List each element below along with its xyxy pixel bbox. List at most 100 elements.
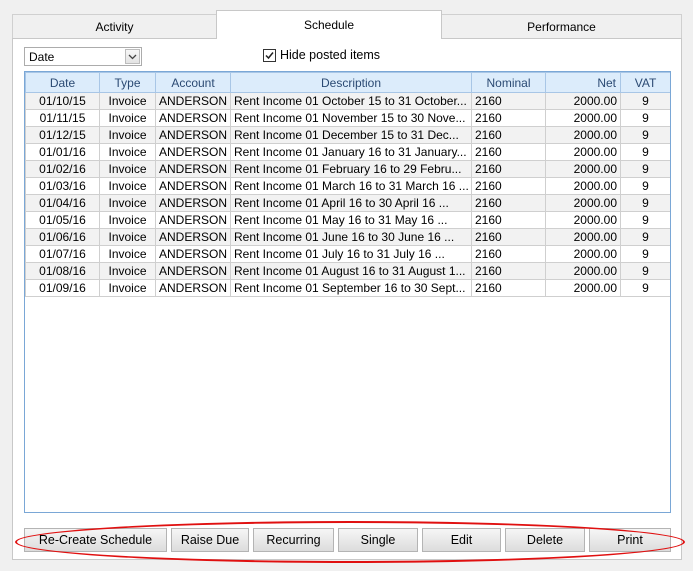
table-row[interactable]: 01/05/16 Invoice ANDERSON Rent Income 01 Ma… [25,211,670,229]
cell-nominal: 2160 [471,92,546,110]
raise-due-button[interactable]: Raise Due [171,528,249,552]
cell-date: 01/01/16 [25,143,100,161]
sort-by-select[interactable]: Date [24,47,142,66]
cell-nominal: 2160 [471,279,546,297]
cell-nominal: 2160 [471,143,546,161]
cell-date: 01/12/15 [25,126,100,144]
cell-vat: 9 [620,228,670,246]
table-row[interactable]: 01/09/16 Invoice ANDERSON Rent Income 01 Se… [25,279,670,297]
cell-description: Rent Income 01 August 16 to 31 August 1.… [230,262,472,280]
cell-vat: 9 [620,143,670,161]
cell-vat: 9 [620,126,670,144]
cell-date: 01/05/16 [25,211,100,229]
table-row[interactable]: 01/01/16 Invoice ANDERSON Rent Income 01 Ja… [25,143,670,161]
cell-date: 01/06/16 [25,228,100,246]
cell-net: 2000.00 [545,262,621,280]
table-row[interactable]: 01/08/16 Invoice ANDERSON Rent Income 01 Au… [25,262,670,280]
sort-by-value: Date [29,50,55,64]
table-row[interactable]: 01/03/16 Invoice ANDERSON Rent Income 01 Ma… [25,177,670,195]
cell-type: Invoice [99,262,156,280]
table-row[interactable]: 01/02/16 Invoice ANDERSON Rent Income 01 Fe… [25,160,670,178]
cell-description: Rent Income 01 September 16 to 30 Sept..… [230,279,472,297]
cell-description: Rent Income 01 June 16 to 30 June 16 ... [230,228,472,246]
cell-nominal: 2160 [471,194,546,212]
cell-vat: 9 [620,245,670,263]
table-row[interactable]: 01/07/16 Invoice ANDERSON Rent Income 01 Ju… [25,245,670,263]
table-row[interactable]: 01/06/16 Invoice ANDERSON Rent Income 01 Ju… [25,228,670,246]
cell-net: 2000.00 [545,228,621,246]
edit-button[interactable]: Edit [422,528,501,552]
column-header-nominal[interactable]: Nominal [471,72,546,93]
cell-account: ANDERSON [155,194,231,212]
cell-type: Invoice [99,109,156,127]
column-header-description[interactable]: Description [230,72,472,93]
column-header-account[interactable]: Account [155,72,231,93]
chevron-down-icon[interactable] [125,49,140,64]
cell-account: ANDERSON [155,160,231,178]
cell-type: Invoice [99,245,156,263]
delete-button[interactable]: Delete [505,528,585,552]
cell-net: 2000.00 [545,126,621,144]
cell-type: Invoice [99,279,156,297]
cell-account: ANDERSON [155,109,231,127]
table-row[interactable]: 01/10/15 Invoice ANDERSON Rent Income 01 Oc… [25,92,670,110]
cell-net: 2000.00 [545,109,621,127]
table-row[interactable]: 01/12/15 Invoice ANDERSON Rent Income 01 De… [25,126,670,144]
cell-nominal: 2160 [471,211,546,229]
cell-nominal: 2160 [471,126,546,144]
tab-activity[interactable]: Activity [12,14,217,38]
cell-net: 2000.00 [545,143,621,161]
cell-description: Rent Income 01 May 16 to 31 May 16 ... [230,211,472,229]
cell-nominal: 2160 [471,160,546,178]
column-header-date[interactable]: Date [25,72,100,93]
cell-account: ANDERSON [155,279,231,297]
cell-vat: 9 [620,160,670,178]
cell-type: Invoice [99,160,156,178]
cell-date: 01/02/16 [25,160,100,178]
single-button[interactable]: Single [338,528,418,552]
column-header-type[interactable]: Type [99,72,156,93]
cell-net: 2000.00 [545,194,621,212]
cell-description: Rent Income 01 November 15 to 30 Nove... [230,109,472,127]
cell-account: ANDERSON [155,92,231,110]
cell-date: 01/07/16 [25,245,100,263]
recreate-schedule-button[interactable]: Re-Create Schedule [24,528,167,552]
cell-type: Invoice [99,126,156,144]
table-row[interactable]: 01/04/16 Invoice ANDERSON Rent Income 01 Ap… [25,194,670,212]
cell-account: ANDERSON [155,211,231,229]
cell-vat: 9 [620,92,670,110]
cell-net: 2000.00 [545,211,621,229]
column-header-net[interactable]: Net [545,72,621,93]
cell-description: Rent Income 01 July 16 to 31 July 16 ... [230,245,472,263]
cell-description: Rent Income 01 October 15 to 31 October.… [230,92,472,110]
cell-date: 01/10/15 [25,92,100,110]
cell-type: Invoice [99,228,156,246]
print-button[interactable]: Print [589,528,671,552]
grid-header-row: Date Type Account Description Nominal Ne… [25,72,670,93]
table-row[interactable]: 01/11/15 Invoice ANDERSON Rent Income 01 No… [25,109,670,127]
cell-vat: 9 [620,109,670,127]
cell-type: Invoice [99,211,156,229]
cell-account: ANDERSON [155,143,231,161]
column-header-vat[interactable]: VAT [620,72,670,93]
cell-date: 01/11/15 [25,109,100,127]
cell-account: ANDERSON [155,126,231,144]
cell-date: 01/04/16 [25,194,100,212]
cell-vat: 9 [620,177,670,195]
cell-nominal: 2160 [471,245,546,263]
cell-vat: 9 [620,211,670,229]
recurring-button[interactable]: Recurring [253,528,334,552]
cell-net: 2000.00 [545,92,621,110]
tab-performance[interactable]: Performance [441,14,682,38]
cell-account: ANDERSON [155,262,231,280]
cell-nominal: 2160 [471,177,546,195]
cell-date: 01/09/16 [25,279,100,297]
cell-description: Rent Income 01 March 16 to 31 March 16 .… [230,177,472,195]
cell-vat: 9 [620,262,670,280]
cell-account: ANDERSON [155,245,231,263]
cell-description: Rent Income 01 February 16 to 29 Febru..… [230,160,472,178]
cell-type: Invoice [99,92,156,110]
cell-account: ANDERSON [155,228,231,246]
tab-schedule[interactable]: Schedule [216,10,442,39]
hide-posted-checkbox[interactable] [263,49,276,62]
